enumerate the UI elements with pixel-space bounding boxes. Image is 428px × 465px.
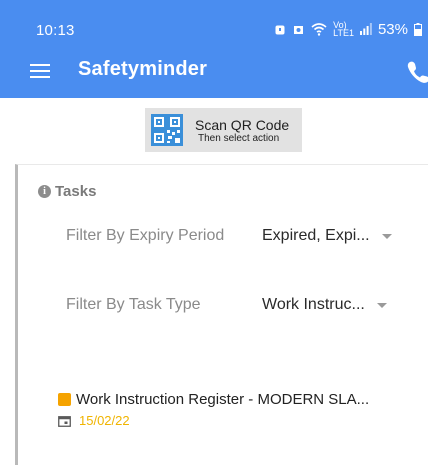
task-type-filter-label: Filter By Task Type [66,296,201,313]
expiry-filter-select[interactable]: Expired, Expi... [262,227,412,245]
tasks-title: Tasks [55,183,97,200]
task-type-filter-select[interactable]: Work Instruc... [262,296,412,314]
tasks-header: i Tasks [38,183,96,200]
task-title: Work Instruction Register - MODERN SLA..… [76,391,370,408]
task-date: 15/02/22 [79,413,130,428]
status-time: 10:13 [36,22,75,39]
status-icons: Vo) LTE1 53% [274,20,422,38]
task-title-row: Work Instruction Register - MODERN SLA..… [58,391,418,408]
app-bar: 10:13 Vo) LTE1 53% Safetyminder [0,0,428,98]
chevron-down-icon [381,233,392,239]
wifi-icon [311,22,327,36]
notification-icon [294,25,304,34]
tasks-card: i Tasks Filter By Expiry Period Expired,… [15,164,428,465]
network-type: Vo) LTE1 [333,21,354,38]
alarm-icon [275,25,285,34]
qr-code-icon [151,114,183,146]
expiry-filter-label: Filter By Expiry Period [66,227,225,244]
scan-sublabel: Then select action [198,132,280,144]
hamburger-menu-icon[interactable] [30,64,50,78]
scan-label: Scan QR Code [195,116,290,133]
task-item[interactable]: Work Instruction Register - MODERN SLA..… [58,391,418,428]
phone-icon[interactable] [406,60,428,84]
battery-percent: 53% [377,20,408,38]
battery-icon [414,22,422,36]
network-label-bottom: LTE1 [333,28,354,38]
task-status-square-icon [58,393,71,406]
task-date-row: 15/02/22 [58,413,418,428]
scan-qr-button[interactable]: Scan QR Code Then select action [145,108,302,152]
scan-text: Scan QR Code Then select action [195,117,289,144]
info-icon: i [38,185,51,198]
task-type-filter-value: Work Instruc... [262,296,365,313]
calendar-icon [58,415,71,427]
app-title: Safetyminder [78,58,208,80]
signal-bars-icon [359,23,372,35]
expiry-filter-value: Expired, Expi... [262,227,370,244]
chevron-down-icon [376,302,387,308]
